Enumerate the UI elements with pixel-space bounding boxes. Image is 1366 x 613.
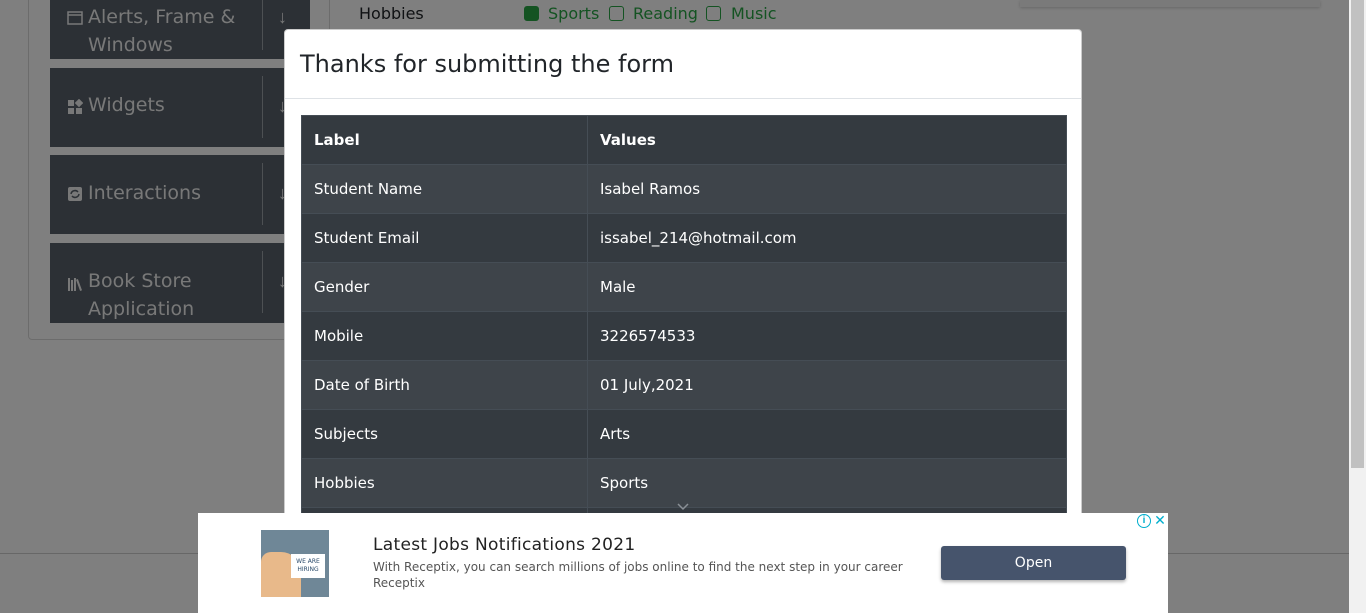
chevron-down-icon bbox=[677, 500, 689, 512]
ad-open-button[interactable]: Open bbox=[941, 546, 1126, 580]
row-label: Hobbies bbox=[301, 458, 588, 508]
scrollbar-thumb[interactable] bbox=[1351, 0, 1364, 468]
row-label: Student Name bbox=[301, 164, 588, 214]
ad-title[interactable]: Latest Jobs Notifications 2021 bbox=[373, 535, 635, 555]
row-label: Mobile bbox=[301, 311, 588, 361]
submission-table: Label Values Student Name Isabel Ramos S… bbox=[301, 115, 1067, 557]
row-value: Sports bbox=[587, 458, 1067, 508]
row-value: issabel_214@hotmail.com bbox=[587, 213, 1067, 263]
table-row: Date of Birth 01 July,2021 bbox=[301, 360, 1067, 410]
info-icon[interactable]: i bbox=[1137, 514, 1151, 528]
row-value: Male bbox=[587, 262, 1067, 312]
hiring-note: WE ARE HIRING bbox=[291, 554, 325, 578]
table-row: Student Email issabel_214@hotmail.com bbox=[301, 213, 1067, 263]
row-value: 01 July,2021 bbox=[587, 360, 1067, 410]
modal-header: Thanks for submitting the form bbox=[285, 30, 1081, 99]
row-value: 3226574533 bbox=[587, 311, 1067, 361]
column-header-values: Values bbox=[587, 115, 1067, 165]
row-label: Student Email bbox=[301, 213, 588, 263]
close-icon[interactable]: ✕ bbox=[1153, 513, 1167, 528]
row-value: Isabel Ramos bbox=[587, 164, 1067, 214]
ad-source: Receptix bbox=[373, 576, 425, 590]
table-row: Student Name Isabel Ramos bbox=[301, 164, 1067, 214]
row-value: Arts bbox=[587, 409, 1067, 459]
modal-title: Thanks for submitting the form bbox=[300, 50, 674, 78]
row-label: Subjects bbox=[301, 409, 588, 459]
table-header-row: Label Values bbox=[301, 115, 1067, 165]
row-label: Gender bbox=[301, 262, 588, 312]
column-header-label: Label bbox=[301, 115, 588, 165]
ad-image[interactable]: WE ARE HIRING bbox=[261, 530, 329, 597]
table-row: Mobile 3226574533 bbox=[301, 311, 1067, 361]
ad-description: With Receptix, you can search millions o… bbox=[373, 560, 903, 574]
row-label: Date of Birth bbox=[301, 360, 588, 410]
ad-banner[interactable]: WE ARE HIRING Latest Jobs Notifications … bbox=[198, 513, 1168, 613]
table-row: Subjects Arts bbox=[301, 409, 1067, 459]
table-row: Gender Male bbox=[301, 262, 1067, 312]
